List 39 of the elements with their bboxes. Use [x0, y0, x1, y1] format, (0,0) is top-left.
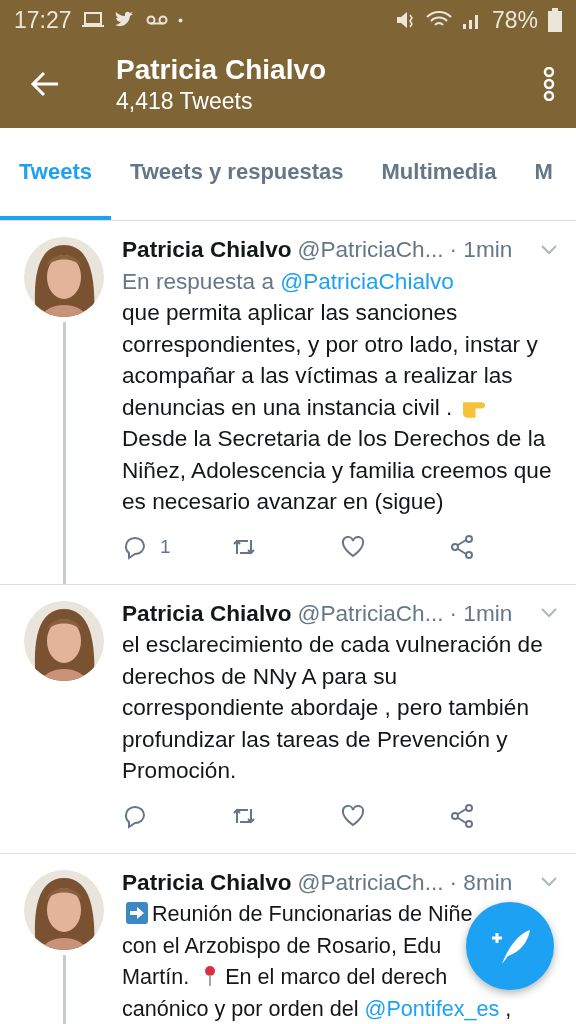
pointing-hand-icon	[462, 401, 485, 418]
laptop-icon	[81, 12, 104, 28]
dot-icon	[177, 17, 183, 23]
bird-icon	[113, 11, 136, 29]
author-handle: @PatriciaCh...	[297, 599, 444, 628]
author-handle: @PatriciaCh...	[297, 236, 444, 264]
share-icon[interactable]	[449, 533, 475, 560]
profile-name: Patricia Chialvo	[116, 53, 328, 86]
tab[interactable]: Tweets	[0, 128, 111, 220]
mute-icon	[395, 10, 416, 30]
tweet-text-line: con el Arzobispo de Rosario, Edu	[122, 931, 442, 960]
author-name: Patricia Chialvo	[122, 236, 292, 264]
reply-context: En respuesta a	[122, 268, 274, 294]
mention-link[interactable]: @Pontifex_es	[364, 995, 500, 1021]
heart-icon[interactable]	[340, 533, 366, 560]
share-icon[interactable]	[449, 802, 475, 829]
status-time: 17:27	[14, 6, 72, 34]
battery-percent: 78%	[491, 6, 538, 34]
voicemail-icon	[145, 14, 168, 26]
author-handle: @PatriciaCh...	[297, 868, 444, 897]
tweet-text-line: Martín. En el marco del derech	[122, 963, 448, 991]
tweet-time: · 8min	[449, 868, 513, 897]
tweet-text: el esclarecimiento de cada vulneración de derechos de NNy A para su correspondiente abordaje , pero también profundizar las tareas de Prevención y Promoción.	[122, 631, 544, 785]
tweet-text-line: canónico y por orden del @Pontifex_es ,	[122, 994, 512, 1023]
more-icon[interactable]	[542, 67, 556, 101]
battery-icon	[548, 8, 562, 32]
author-name: Patricia Chialvo	[122, 868, 292, 897]
tweet-time: · 1min	[449, 236, 513, 264]
reply-count: 1	[160, 534, 171, 559]
reply-link[interactable]: @PatriciaChialvo	[280, 268, 454, 294]
tweet-time: · 1min	[449, 599, 513, 628]
tab[interactable]: M	[515, 128, 572, 220]
author-name: Patricia Chialvo	[122, 599, 292, 628]
tab[interactable]: Multimedia	[362, 128, 516, 220]
heart-icon[interactable]	[340, 802, 366, 829]
back-arrow-icon[interactable]	[30, 71, 60, 97]
tab[interactable]: Tweets y respuestas	[110, 128, 363, 220]
tweet-count: 4,418 Tweets	[116, 87, 254, 115]
tweet-text: que permita aplicar las sanciones correspondientes, y por otro lado, instar y acompañar a las víctimas a realizar las denuncias en una instancia civil . Desde la Secretaria de los Derechos de la Niñez, Adolescencia y familia creemos que es necesario avanzar en (sigue)	[122, 299, 553, 516]
